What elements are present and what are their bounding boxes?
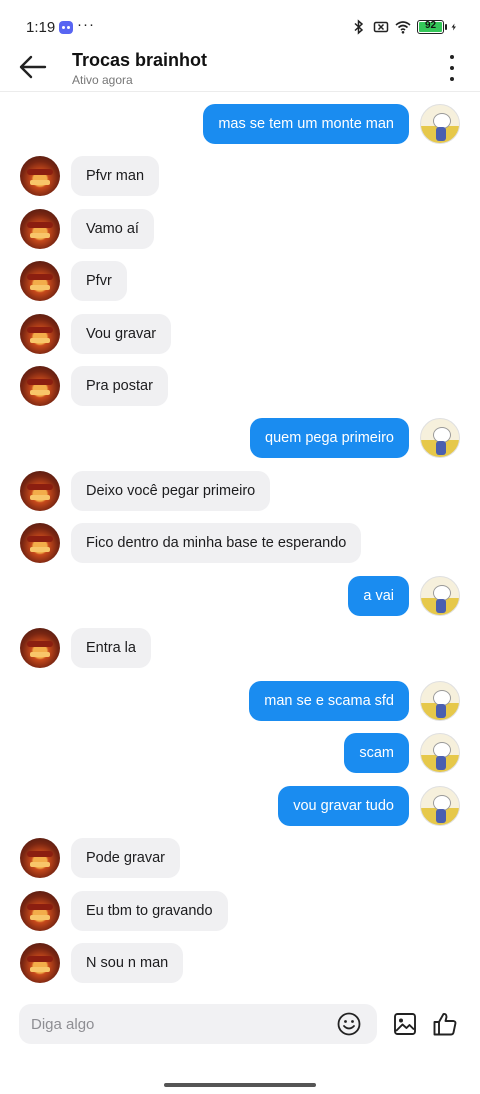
message-bubble[interactable]: N sou n man: [71, 943, 184, 983]
message-bubble[interactable]: Pra postar: [71, 366, 168, 406]
contact-avatar[interactable]: [20, 943, 60, 983]
message-bubble[interactable]: quem pega primeiro: [250, 418, 409, 458]
discord-icon: [59, 21, 73, 34]
status-time: 1:19: [26, 19, 56, 36]
message-incoming: Fico dentro da minha base te esperando: [0, 523, 480, 563]
message-outgoing: mas se tem um monte man: [0, 104, 480, 144]
more-options-icon[interactable]: [448, 55, 456, 81]
message-bubble[interactable]: Deixo você pegar primeiro: [71, 471, 271, 511]
contact-avatar[interactable]: [20, 523, 60, 563]
message-outgoing: scam: [0, 733, 480, 773]
message-incoming: Pfvr: [0, 261, 480, 301]
back-arrow-icon[interactable]: [18, 54, 48, 80]
message-bubble[interactable]: mas se tem um monte man: [203, 104, 409, 144]
battery-cap: [445, 24, 447, 30]
contact-avatar[interactable]: [20, 471, 60, 511]
chat-title[interactable]: Trocas brainhot: [72, 50, 207, 71]
contact-avatar[interactable]: [20, 209, 60, 249]
message-incoming: Vou gravar: [0, 314, 480, 354]
message-bubble[interactable]: Eu tbm to gravando: [71, 891, 228, 931]
contact-avatar[interactable]: [20, 261, 60, 301]
message-outgoing: man se e scama sfd: [0, 681, 480, 721]
message-bubble[interactable]: Pode gravar: [71, 838, 180, 878]
chat-header: Trocas brainhot Ativo agora: [0, 44, 480, 92]
message-input[interactable]: [31, 1004, 331, 1044]
no-sim-icon: [373, 21, 389, 33]
message-incoming: N sou n man: [0, 943, 480, 983]
status-bar: 1:19 ··· 92: [0, 0, 480, 44]
active-status: Ativo agora: [72, 73, 133, 87]
my-avatar[interactable]: [420, 576, 460, 616]
message-bubble[interactable]: scam: [344, 733, 409, 773]
message-incoming: Pode gravar: [0, 838, 480, 878]
contact-avatar[interactable]: [20, 366, 60, 406]
gallery-icon[interactable]: [393, 1012, 417, 1036]
contact-avatar[interactable]: [20, 628, 60, 668]
message-bubble[interactable]: Vou gravar: [71, 314, 172, 354]
message-incoming: Pfvr man: [0, 156, 480, 196]
message-incoming: Vamo aí: [0, 209, 480, 249]
message-incoming: Deixo você pegar primeiro: [0, 471, 480, 511]
message-outgoing: vou gravar tudo: [0, 786, 480, 826]
message-incoming: Pra postar: [0, 366, 480, 406]
message-composer: [19, 1004, 377, 1044]
message-bubble[interactable]: Vamo aí: [71, 209, 154, 249]
status-icons: 92: [351, 19, 458, 35]
more-notifications-icon: ···: [77, 16, 95, 33]
contact-avatar[interactable]: [20, 838, 60, 878]
bluetooth-icon: [354, 19, 364, 35]
battery-icon: 92: [417, 20, 447, 34]
wifi-icon: [395, 21, 411, 34]
message-bubble[interactable]: vou gravar tudo: [278, 786, 409, 826]
my-avatar[interactable]: [420, 681, 460, 721]
home-indicator[interactable]: [164, 1083, 316, 1087]
message-bubble[interactable]: a vai: [348, 576, 409, 616]
message-outgoing: quem pega primeiro: [0, 418, 480, 458]
thumbs-up-icon[interactable]: [432, 1011, 458, 1037]
my-avatar[interactable]: [420, 418, 460, 458]
emoji-icon[interactable]: [337, 1012, 361, 1036]
my-avatar[interactable]: [420, 104, 460, 144]
message-bubble[interactable]: man se e scama sfd: [249, 681, 409, 721]
message-incoming: Entra la: [0, 628, 480, 668]
my-avatar[interactable]: [420, 733, 460, 773]
message-bubble[interactable]: Entra la: [71, 628, 151, 668]
message-incoming: Eu tbm to gravando: [0, 891, 480, 931]
message-bubble[interactable]: Pfvr man: [71, 156, 160, 196]
message-bubble[interactable]: Pfvr: [71, 261, 127, 301]
message-list: mas se tem um monte man Pfvr man Vamo aí…: [0, 92, 480, 992]
charging-icon: [451, 23, 456, 31]
contact-avatar[interactable]: [20, 314, 60, 354]
contact-avatar[interactable]: [20, 891, 60, 931]
message-outgoing: a vai: [0, 576, 480, 616]
battery-percent: 92: [424, 20, 437, 31]
message-bubble[interactable]: Fico dentro da minha base te esperando: [71, 523, 362, 563]
my-avatar[interactable]: [420, 786, 460, 826]
contact-avatar[interactable]: [20, 156, 60, 196]
